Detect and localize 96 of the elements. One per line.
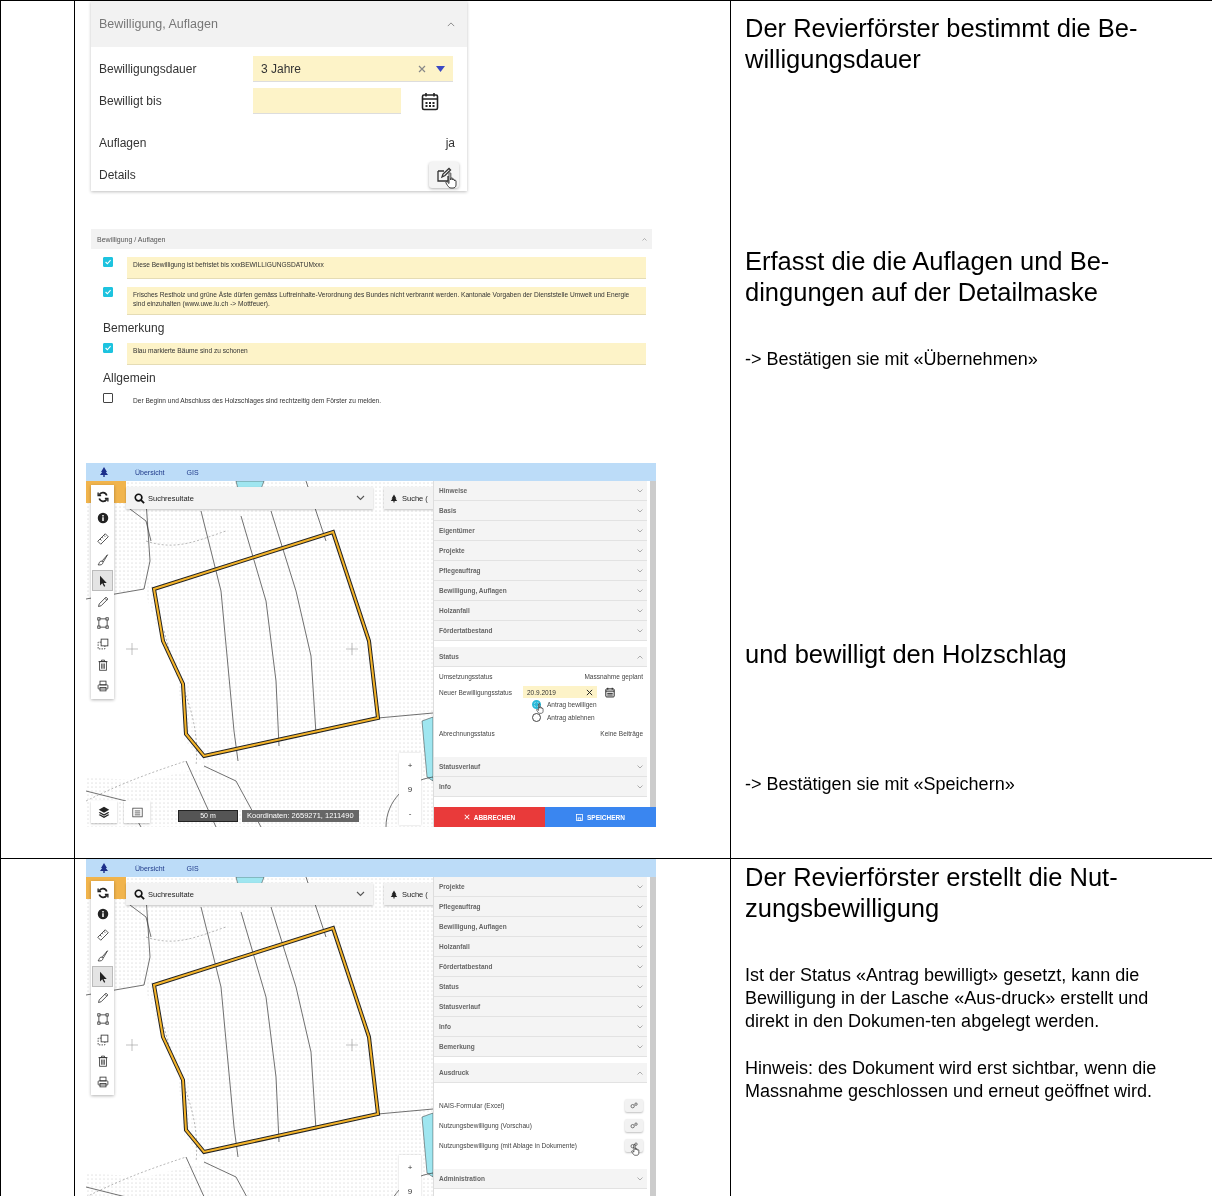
square-nodes-icon xyxy=(96,1012,109,1025)
ruler-icon xyxy=(96,532,109,545)
chevron-down-icon[interactable] xyxy=(356,891,365,897)
pointer-tool-button[interactable] xyxy=(92,570,113,591)
tree-icon xyxy=(390,493,398,503)
chevron-icon xyxy=(637,944,643,949)
pointer-tool-button[interactable] xyxy=(92,966,113,987)
chevron-icon xyxy=(637,984,643,989)
gears-icon xyxy=(630,1141,638,1149)
calendar-icon[interactable] xyxy=(421,91,439,111)
select-field[interactable]: 3 Jahre xyxy=(253,56,453,82)
ruler-icon xyxy=(96,928,109,941)
zoom-control-button[interactable]: - xyxy=(399,801,421,825)
chevron-icon xyxy=(637,588,643,593)
chevron-icon xyxy=(637,628,643,633)
description-text: -> Bestätigen sie mit «Speichern» xyxy=(745,773,1016,796)
checkbox[interactable] xyxy=(103,343,113,353)
chevron-icon xyxy=(637,964,643,969)
info-icon xyxy=(96,511,109,524)
zoom-control-button[interactable]: + xyxy=(399,1155,421,1179)
chevron-icon xyxy=(637,1024,643,1029)
description-text: Der Revierförster erstellt die Nut-zungsbewilligung xyxy=(745,862,1119,924)
checkbox[interactable] xyxy=(103,393,113,403)
chevron-icon xyxy=(637,528,643,533)
group-heading: Bemerkung xyxy=(103,321,166,335)
zoom-control-button[interactable]: 9 xyxy=(399,1179,421,1196)
edit-button[interactable] xyxy=(429,162,459,188)
checkbox[interactable] xyxy=(103,287,113,297)
zoom-control-button[interactable]: + xyxy=(399,753,421,777)
section-header[interactable]: Bewilligung, Auflagen xyxy=(91,1,467,47)
chevron-icon xyxy=(637,1004,643,1009)
description-text: -> Bestätigen sie mit «Übernehmen» xyxy=(745,348,1039,371)
info-icon xyxy=(96,907,109,920)
save-icon xyxy=(576,813,584,821)
chevron-icon xyxy=(637,904,643,909)
layers-icon xyxy=(98,806,110,818)
trash-icon xyxy=(96,1054,109,1067)
brush-icon xyxy=(96,553,109,566)
search-icon xyxy=(134,492,145,504)
description-text: und bewilligt den Holzschlag xyxy=(745,639,1068,670)
chevron-icon xyxy=(637,508,643,513)
zoom-control-button[interactable]: 9 xyxy=(399,777,421,801)
chevron-icon xyxy=(637,1044,643,1049)
tree-icon[interactable] xyxy=(99,863,109,873)
chevron-icon xyxy=(637,764,643,769)
generate-button[interactable] xyxy=(625,1098,643,1112)
field-label: Bewilligt bis xyxy=(99,94,163,108)
search-icon xyxy=(134,888,145,900)
field-label: Details xyxy=(99,168,137,182)
description-text: Hinweis: des Dokument wird erst sichtbar, wenn die Massnahme geschlossen und erneut geöffnet wird. xyxy=(745,1057,1158,1103)
print-icon xyxy=(96,679,109,692)
legend-button[interactable] xyxy=(124,801,150,823)
pencil-icon xyxy=(96,991,109,1004)
chevron-down-icon[interactable] xyxy=(356,495,365,501)
field-label: Auflagen xyxy=(99,136,148,150)
field-value: ja xyxy=(445,136,455,150)
gears-icon xyxy=(630,1101,638,1109)
layers-button[interactable] xyxy=(91,801,117,823)
trash-icon xyxy=(96,658,109,671)
chevron-icon xyxy=(637,1070,643,1075)
caret-icon xyxy=(447,21,455,27)
tree-icon xyxy=(390,889,398,899)
chevron-icon xyxy=(637,608,643,613)
chevron-icon xyxy=(637,654,643,659)
edit-icon xyxy=(436,167,452,183)
description-text: Der Revierförster bestimmt die Be-willigungsdauer xyxy=(745,13,1139,75)
description-text: Erfasst die die Auflagen und Be-dingungen auf der Detailmaske xyxy=(745,246,1111,308)
square-nodes-icon xyxy=(96,616,109,629)
copy-icon xyxy=(96,637,109,650)
checkbox[interactable] xyxy=(103,257,113,267)
chevron-icon xyxy=(637,784,643,789)
clear-icon[interactable] xyxy=(586,688,593,696)
group-heading: Allgemein xyxy=(103,371,157,385)
refresh-icon xyxy=(96,886,109,899)
caret-icon xyxy=(642,237,647,241)
chevron-icon xyxy=(637,568,643,573)
chevron-icon xyxy=(637,488,643,493)
copy-icon xyxy=(96,1033,109,1046)
dropdown-icon[interactable] xyxy=(436,65,445,72)
brush-icon xyxy=(96,949,109,962)
chevron-icon xyxy=(637,884,643,889)
gears-icon xyxy=(630,1121,638,1129)
chevron-icon xyxy=(637,924,643,929)
calendar-icon[interactable] xyxy=(605,686,615,698)
description-text: Ist der Status «Antrag bewilligt» gesetzt, kann die Bewilligung in der Lasche «Aus-druck» erstellt und direkt in den Dokumen-ten abgelegt werden. xyxy=(745,964,1150,1033)
close-icon xyxy=(463,814,470,820)
refresh-icon xyxy=(96,490,109,503)
generate-button[interactable] xyxy=(625,1118,643,1132)
list-icon xyxy=(131,806,143,818)
tree-icon[interactable] xyxy=(99,467,109,477)
pencil-icon xyxy=(96,595,109,608)
chevron-icon xyxy=(637,548,643,553)
field-label: Bewilligungsdauer xyxy=(99,62,198,76)
print-icon xyxy=(96,1075,109,1088)
date-field[interactable] xyxy=(253,88,401,114)
chevron-icon xyxy=(637,1176,643,1181)
